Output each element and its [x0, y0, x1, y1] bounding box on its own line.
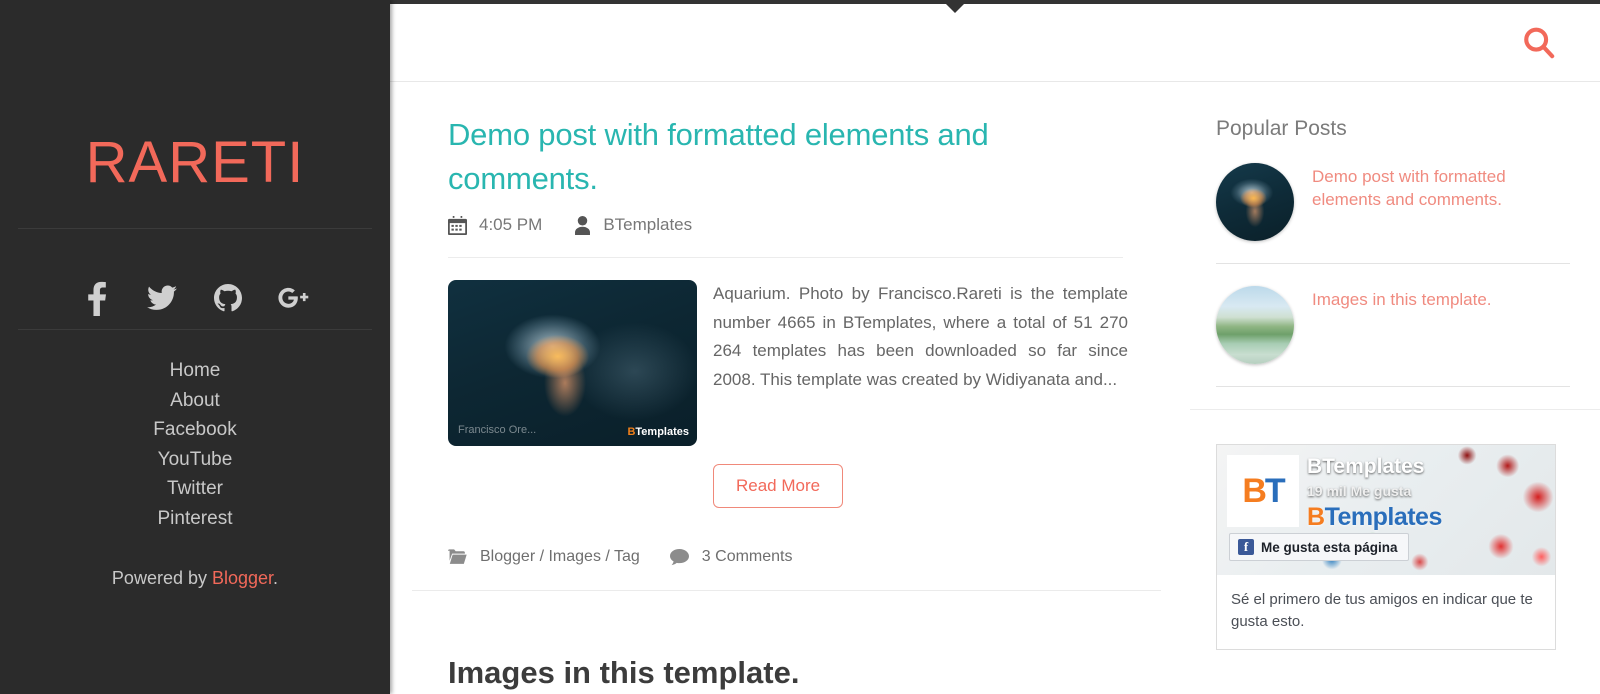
- googleplus-icon[interactable]: [274, 278, 314, 318]
- post-author-group: BTemplates: [574, 215, 692, 235]
- sidebar-divider-top: [18, 228, 372, 229]
- popular-post-thumbnail-river[interactable]: [1216, 286, 1294, 364]
- facebook-page-widget: BT BTemplates 19 mil Me gusta BTemplates…: [1216, 444, 1556, 650]
- site-brand-title[interactable]: RARETI: [0, 134, 390, 192]
- sidebar-item-facebook[interactable]: Facebook: [0, 415, 390, 445]
- facebook-cover-photo: BT BTemplates 19 mil Me gusta BTemplates…: [1217, 445, 1555, 575]
- logo-templates: Templates: [1324, 503, 1443, 531]
- facebook-page-avatar[interactable]: BT: [1227, 455, 1299, 527]
- meta-divider: [448, 257, 1123, 258]
- next-post-title[interactable]: Images in this template.: [448, 655, 1128, 691]
- thumb-watermark-author: Francisco Ore...: [458, 424, 537, 436]
- facebook-widget-body: Sé el primero de tus amigos en indicar q…: [1217, 575, 1555, 649]
- read-more-wrapper: Read More: [448, 464, 1128, 508]
- post-thumbnail-jellyfish[interactable]: Francisco Ore... BTemplates: [448, 280, 697, 446]
- twitter-icon[interactable]: [142, 278, 182, 318]
- btemplates-logo: BTemplates: [1307, 503, 1442, 532]
- popular-post-item-2[interactable]: Images in this template.: [1216, 286, 1570, 387]
- facebook-page-name[interactable]: BTemplates: [1307, 455, 1424, 479]
- widget-separator: [1190, 409, 1600, 410]
- popular-post-item-1[interactable]: Demo post with formatted elements and co…: [1216, 163, 1570, 264]
- sidebar-item-twitter[interactable]: Twitter: [0, 474, 390, 504]
- github-icon[interactable]: [208, 278, 248, 318]
- facebook-like-count: 19 mil Me gusta: [1307, 483, 1412, 499]
- popular-post-thumbnail-jellyfish[interactable]: [1216, 163, 1294, 241]
- facebook-like-button[interactable]: f Me gusta esta página: [1229, 533, 1409, 561]
- powered-by-suffix: .: [273, 568, 279, 588]
- avatar-letter-t: T: [1264, 471, 1286, 510]
- post-time-group: 4:05 PM: [448, 215, 542, 235]
- post-meta: 4:05 PM BTemplates: [448, 215, 1128, 235]
- post-categories[interactable]: Blogger / Images / Tag: [480, 548, 640, 566]
- social-links: [0, 267, 390, 329]
- post-excerpt: Aquarium. Photo by Francisco.Rareti is t…: [713, 284, 1128, 389]
- post-footer: Blogger / Images / Tag 3 Comments: [448, 548, 1128, 566]
- sidebar-item-home[interactable]: Home: [0, 356, 390, 386]
- post-comments-group: 3 Comments: [669, 548, 793, 566]
- search-icon[interactable]: [1522, 26, 1556, 60]
- sidebar-nav: Home About Facebook YouTube Twitter Pint…: [0, 356, 390, 533]
- thumb-watermark-btemplates: BTemplates: [627, 426, 689, 438]
- sidebar-item-youtube[interactable]: YouTube: [0, 445, 390, 475]
- main-content: Demo post with formatted elements and co…: [390, 83, 1190, 694]
- thumb-watermark-templates: Templates: [635, 426, 689, 438]
- post-bottom-divider: [412, 590, 1161, 591]
- chevron-down-icon[interactable]: [946, 4, 964, 13]
- left-sidebar: RARETI Home About Facebook YouTube Twitt…: [0, 0, 390, 694]
- avatar-letter-b: B: [1242, 471, 1267, 510]
- popular-posts-title: Popular Posts: [1216, 117, 1347, 140]
- sidebar-item-about[interactable]: About: [0, 386, 390, 416]
- logo-b: B: [1307, 503, 1325, 531]
- post-body: Francisco Ore... BTemplates Aquarium. Ph…: [448, 280, 1128, 446]
- user-icon: [574, 215, 591, 235]
- right-sidebar: Popular Posts Demo post with formatted e…: [1190, 83, 1600, 694]
- post-time: 4:05 PM: [479, 215, 543, 234]
- facebook-f-icon: f: [1238, 539, 1254, 555]
- sidebar-item-pinterest[interactable]: Pinterest: [0, 504, 390, 534]
- post-author[interactable]: BTemplates: [603, 215, 692, 235]
- blogger-link[interactable]: Blogger: [212, 568, 273, 588]
- sidebar-divider-bottom: [18, 329, 372, 330]
- powered-by-text: Powered by Blogger.: [0, 568, 390, 589]
- popular-post-title-2[interactable]: Images in this template.: [1312, 286, 1492, 311]
- read-more-button[interactable]: Read More: [713, 464, 844, 508]
- post-title[interactable]: Demo post with formatted elements and co…: [448, 113, 1128, 201]
- page-root: RARETI Home About Facebook YouTube Twitt…: [0, 0, 1600, 694]
- facebook-like-button-label: Me gusta esta página: [1261, 539, 1398, 555]
- folder-icon: [448, 549, 467, 565]
- post-categories-group: Blogger / Images / Tag: [448, 548, 640, 566]
- post-comments-count[interactable]: 3 Comments: [702, 548, 793, 566]
- site-header: [390, 4, 1600, 82]
- popular-post-title-1[interactable]: Demo post with formatted elements and co…: [1312, 163, 1570, 211]
- facebook-icon[interactable]: [76, 278, 116, 318]
- top-strip: [390, 0, 1600, 13]
- powered-by-prefix: Powered by: [111, 568, 212, 588]
- comment-icon: [669, 548, 689, 566]
- calendar-icon: [448, 215, 467, 235]
